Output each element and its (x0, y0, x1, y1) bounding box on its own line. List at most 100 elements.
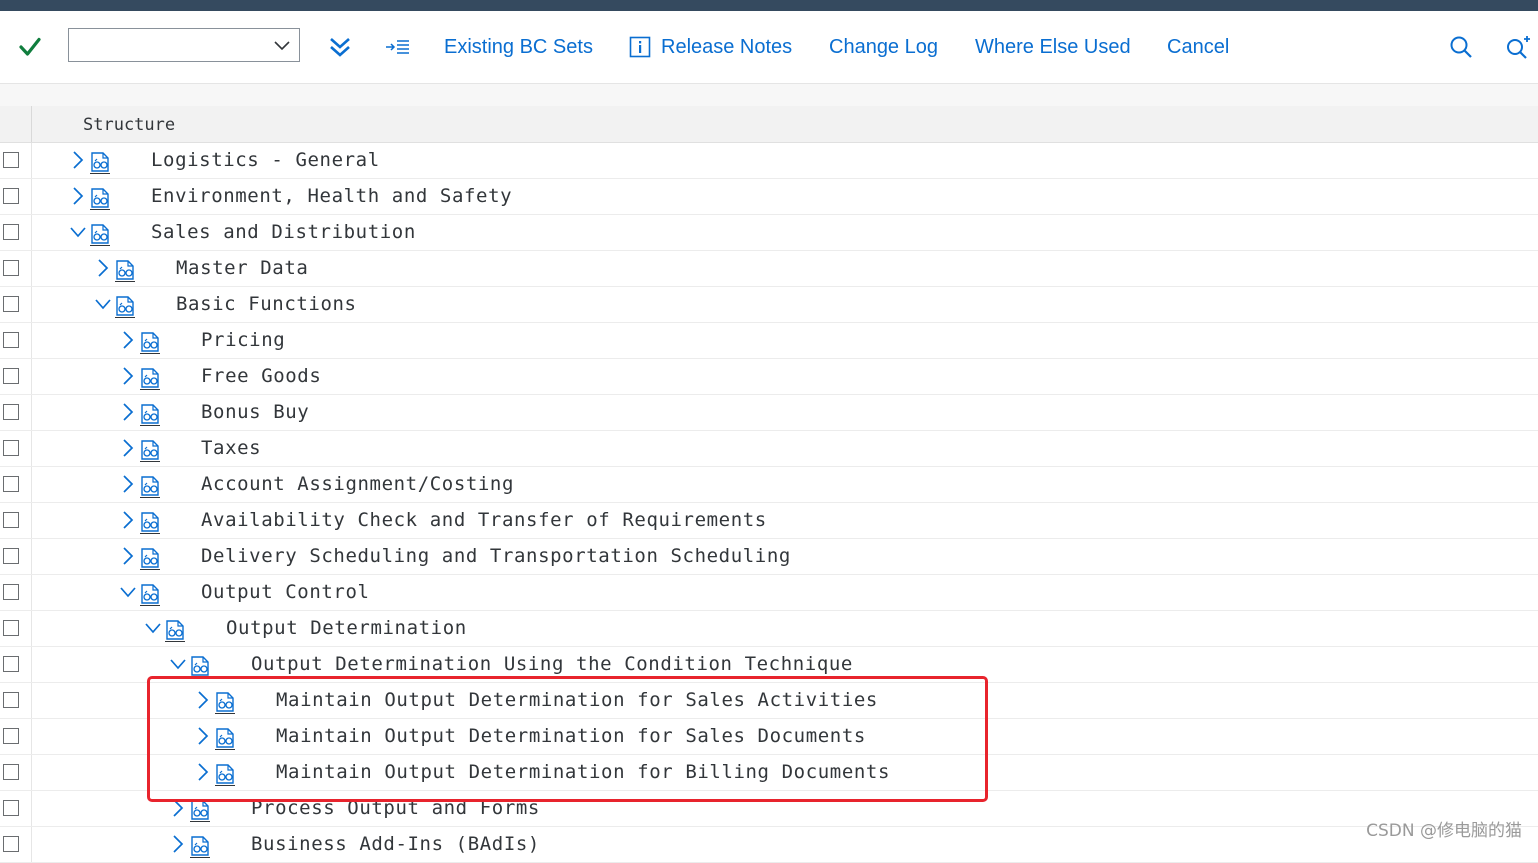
row-checkbox[interactable] (3, 332, 19, 348)
tree-row[interactable]: Output Determination Using the Condition… (0, 647, 1538, 683)
row-checkbox[interactable] (3, 728, 19, 744)
chevron-right-icon[interactable] (120, 475, 136, 493)
tree-node-label[interactable]: Output Control (201, 581, 370, 603)
tree-node-label[interactable]: Process Output and Forms (251, 797, 540, 819)
row-checkbox[interactable] (3, 512, 19, 528)
expand-all-button[interactable] (328, 11, 352, 83)
row-checkbox[interactable] (3, 836, 19, 852)
chevron-right-icon[interactable] (120, 331, 136, 349)
row-checkbox[interactable] (3, 656, 19, 672)
tree-node-label[interactable]: Master Data (176, 257, 308, 279)
row-checkbox[interactable] (3, 404, 19, 420)
row-checkbox[interactable] (3, 260, 19, 276)
row-checkbox[interactable] (3, 620, 19, 636)
tree-row[interactable]: Master Data (0, 251, 1538, 287)
row-checkbox[interactable] (3, 692, 19, 708)
row-checkbox[interactable] (3, 152, 19, 168)
tree-row[interactable]: Basic Functions (0, 287, 1538, 323)
release-notes-button[interactable]: Release Notes (629, 11, 792, 83)
chevron-right-icon[interactable] (70, 151, 86, 169)
existing-bc-sets-button[interactable]: Existing BC Sets (444, 11, 593, 83)
tree-row[interactable]: Output Determination (0, 611, 1538, 647)
chevron-right-icon[interactable] (70, 187, 86, 205)
row-checkbox[interactable] (3, 368, 19, 384)
chevron-down-icon[interactable] (145, 619, 161, 637)
tree-row[interactable]: Sales and Distribution (0, 215, 1538, 251)
documentation-glasses-icon[interactable] (139, 366, 161, 390)
documentation-glasses-icon[interactable] (214, 726, 236, 750)
tree-node-label[interactable]: Logistics - General (151, 149, 380, 171)
documentation-glasses-icon[interactable] (89, 222, 111, 246)
select-all-cell[interactable] (0, 106, 32, 142)
tree-node-label[interactable]: Maintain Output Determination for Sales … (276, 725, 866, 747)
row-checkbox[interactable] (3, 764, 19, 780)
chevron-right-icon[interactable] (95, 259, 111, 277)
documentation-glasses-icon[interactable] (114, 258, 136, 282)
chevron-right-icon[interactable] (170, 835, 186, 853)
tree-node-label[interactable]: Free Goods (201, 365, 321, 387)
chevron-down-icon[interactable] (170, 655, 186, 673)
chevron-right-icon[interactable] (195, 691, 211, 709)
tree-node-label[interactable]: Environment, Health and Safety (151, 185, 512, 207)
tree-row[interactable]: Availability Check and Transfer of Requi… (0, 503, 1538, 539)
row-checkbox[interactable] (3, 800, 19, 816)
tree-node-label[interactable]: Basic Functions (176, 293, 357, 315)
cancel-button[interactable]: Cancel (1167, 11, 1229, 83)
tree-row[interactable]: Output Control (0, 575, 1538, 611)
where-else-used-button[interactable]: Where Else Used (975, 11, 1131, 83)
find-next-button[interactable] (1505, 11, 1531, 83)
documentation-glasses-icon[interactable] (139, 582, 161, 606)
tree-node-label[interactable]: Delivery Scheduling and Transportation S… (201, 545, 791, 567)
tree-row[interactable]: Bonus Buy (0, 395, 1538, 431)
chevron-right-icon[interactable] (120, 439, 136, 457)
documentation-glasses-icon[interactable] (214, 690, 236, 714)
chevron-down-icon[interactable] (120, 583, 136, 601)
tree-node-label[interactable]: Pricing (201, 329, 285, 351)
documentation-glasses-icon[interactable] (139, 402, 161, 426)
chevron-right-icon[interactable] (120, 511, 136, 529)
tree-row[interactable]: Account Assignment/Costing (0, 467, 1538, 503)
tree-node-label[interactable]: Account Assignment/Costing (201, 473, 514, 495)
chevron-right-icon[interactable] (170, 799, 186, 817)
documentation-glasses-icon[interactable] (139, 330, 161, 354)
chevron-right-icon[interactable] (120, 367, 136, 385)
documentation-glasses-icon[interactable] (189, 834, 211, 858)
indent-button[interactable] (385, 11, 411, 83)
row-checkbox[interactable] (3, 440, 19, 456)
tree-node-label[interactable]: Output Determination Using the Condition… (251, 653, 853, 675)
chevron-down-icon[interactable] (95, 295, 111, 313)
tree-row[interactable]: Maintain Output Determination for Sales … (0, 719, 1538, 755)
chevron-right-icon[interactable] (195, 727, 211, 745)
row-checkbox[interactable] (3, 548, 19, 564)
chevron-right-icon[interactable] (120, 403, 136, 421)
tree-row[interactable]: Process Output and Forms (0, 791, 1538, 827)
tree-row[interactable]: Environment, Health and Safety (0, 179, 1538, 215)
tree-row[interactable]: Logistics - General (0, 143, 1538, 179)
row-checkbox[interactable] (3, 188, 19, 204)
tree-row[interactable]: Free Goods (0, 359, 1538, 395)
documentation-glasses-icon[interactable] (139, 510, 161, 534)
tree-node-label[interactable]: Output Determination (226, 617, 467, 639)
row-checkbox[interactable] (3, 584, 19, 600)
tree-node-label[interactable]: Bonus Buy (201, 401, 309, 423)
tree-row[interactable]: Maintain Output Determination for Sales … (0, 683, 1538, 719)
chevron-right-icon[interactable] (195, 763, 211, 781)
tree-row[interactable]: Delivery Scheduling and Transportation S… (0, 539, 1538, 575)
tree-node-label[interactable]: Taxes (201, 437, 261, 459)
tree-node-label[interactable]: Availability Check and Transfer of Requi… (201, 509, 767, 531)
change-log-button[interactable]: Change Log (829, 11, 938, 83)
command-field[interactable] (68, 28, 300, 62)
enter-button[interactable] (18, 11, 42, 83)
documentation-glasses-icon[interactable] (89, 150, 111, 174)
documentation-glasses-icon[interactable] (114, 294, 136, 318)
tree-node-label[interactable]: Business Add-Ins (BAdIs) (251, 833, 540, 855)
tree-row[interactable]: Pricing (0, 323, 1538, 359)
tree-row[interactable]: Maintain Output Determination for Billin… (0, 755, 1538, 791)
find-button[interactable] (1449, 11, 1473, 83)
documentation-glasses-icon[interactable] (164, 618, 186, 642)
chevron-right-icon[interactable] (120, 547, 136, 565)
row-checkbox[interactable] (3, 224, 19, 240)
tree-node-label[interactable]: Sales and Distribution (151, 221, 416, 243)
documentation-glasses-icon[interactable] (89, 186, 111, 210)
tree-row[interactable]: Business Add-Ins (BAdIs) (0, 827, 1538, 863)
